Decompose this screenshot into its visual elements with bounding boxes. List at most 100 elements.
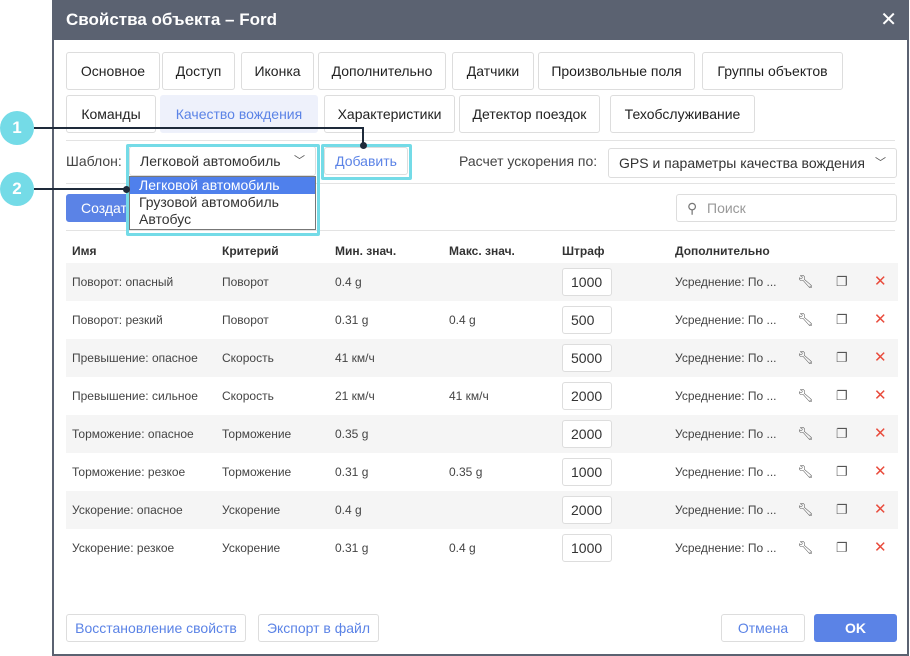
copy-icon[interactable]: ❐ <box>836 453 848 491</box>
row-name: Ускорение: опасное <box>72 503 183 517</box>
option-car[interactable]: Легковой автомобиль <box>130 177 315 194</box>
row-max: 0.4 g <box>449 541 476 555</box>
table-row: Торможение: опасное Торможение 0.35 g 20… <box>66 415 898 453</box>
penalty-input[interactable]: 1000 <box>562 268 612 296</box>
callout-line <box>34 127 364 129</box>
row-name: Поворот: резкий <box>72 313 163 327</box>
callout-2: 2 <box>0 172 34 206</box>
table-row: Поворот: опасный Поворот 0.4 g 1000 Усре… <box>66 263 898 301</box>
copy-icon[interactable]: ❐ <box>836 301 848 339</box>
row-name: Поворот: опасный <box>72 275 174 289</box>
copy-icon[interactable]: ❐ <box>836 263 848 301</box>
tab[interactable]: Иконка <box>241 52 314 90</box>
tab[interactable]: Основное <box>66 52 160 90</box>
delete-icon[interactable]: ✕ <box>874 453 887 491</box>
wrench-icon[interactable]: 🔧︎ <box>797 453 814 491</box>
delete-icon[interactable]: ✕ <box>874 491 887 529</box>
wrench-icon[interactable]: 🔧︎ <box>797 491 814 529</box>
delete-icon[interactable]: ✕ <box>874 377 887 415</box>
row-criterion: Поворот <box>222 275 269 289</box>
row-extra: Усреднение: По ... <box>675 351 777 365</box>
penalty-input[interactable]: 5000 <box>562 344 612 372</box>
row-extra: Усреднение: По ... <box>675 541 777 555</box>
export-button[interactable]: Экспорт в файл <box>258 614 379 642</box>
callout-highlight-add <box>321 144 412 180</box>
row-criterion: Скорость <box>222 351 274 365</box>
table-row: Превышение: опасное Скорость 41 км/ч 500… <box>66 339 898 377</box>
table-row: Торможение: резкое Торможение 0.31 g 0.3… <box>66 453 898 491</box>
copy-icon[interactable]: ❐ <box>836 377 848 415</box>
row-extra: Усреднение: По ... <box>675 313 777 327</box>
option-truck[interactable]: Грузовой автомобиль <box>130 194 315 211</box>
option-bus[interactable]: Автобус <box>130 211 315 228</box>
row-extra: Усреднение: По ... <box>675 275 777 289</box>
wrench-icon[interactable]: 🔧︎ <box>797 377 814 415</box>
restore-properties-button[interactable]: Восстановление свойств <box>66 614 246 642</box>
dialog-title: Свойства объекта – Ford <box>66 10 277 29</box>
column-header: Макс. знач. <box>449 244 515 258</box>
row-name: Превышение: сильное <box>72 389 198 403</box>
row-criterion: Поворот <box>222 313 269 327</box>
wrench-icon[interactable]: 🔧︎ <box>797 415 814 453</box>
row-extra: Усреднение: По ... <box>675 503 777 517</box>
copy-icon[interactable]: ❐ <box>836 529 848 567</box>
delete-icon[interactable]: ✕ <box>874 263 887 301</box>
column-header: Критерий <box>222 244 279 258</box>
delete-icon[interactable]: ✕ <box>874 415 887 453</box>
penalty-input[interactable]: 2000 <box>562 420 612 448</box>
row-name: Ускорение: резкое <box>72 541 175 555</box>
column-header: Штраф <box>562 244 605 258</box>
column-header: Имя <box>72 244 97 258</box>
tab[interactable]: Произвольные поля <box>538 52 695 90</box>
row-extra: Усреднение: По ... <box>675 427 777 441</box>
object-properties-dialog: Свойства объекта – Ford ✕ Основное Доступ… <box>52 0 909 656</box>
accel-select[interactable]: GPS и параметры качества вождения ﹀ <box>608 148 897 178</box>
callout-dot <box>360 142 367 149</box>
wrench-icon[interactable]: 🔧︎ <box>797 301 814 339</box>
row-min: 21 км/ч <box>335 389 375 403</box>
copy-icon[interactable]: ❐ <box>836 339 848 377</box>
row-name: Торможение: опасное <box>72 427 194 441</box>
wrench-icon[interactable]: 🔧︎ <box>797 339 814 377</box>
tab[interactable]: Техобслуживание <box>610 95 755 133</box>
row-min: 0.31 g <box>335 541 369 555</box>
row-name: Превышение: опасное <box>72 351 198 365</box>
wrench-icon[interactable]: 🔧︎ <box>797 529 814 567</box>
table-row: Ускорение: опасное Ускорение 0.4 g 2000 … <box>66 491 898 529</box>
row-max: 0.35 g <box>449 465 483 479</box>
title-bar: Свойства объекта – Ford ✕ <box>54 0 907 40</box>
table-row: Ускорение: резкое Ускорение 0.31 g 0.4 g… <box>66 529 898 567</box>
row-max: 0.4 g <box>449 313 476 327</box>
table-row: Поворот: резкий Поворот 0.31 g 0.4 g 500… <box>66 301 898 339</box>
cancel-button[interactable]: Отмена <box>721 614 805 642</box>
delete-icon[interactable]: ✕ <box>874 529 887 567</box>
tab[interactable]: Датчики <box>452 52 534 90</box>
penalty-input[interactable]: 1000 <box>562 534 612 562</box>
tab[interactable]: Детектор поездок <box>459 95 600 133</box>
copy-icon[interactable]: ❐ <box>836 415 848 453</box>
row-criterion: Скорость <box>222 389 274 403</box>
wrench-icon[interactable]: 🔧︎ <box>797 263 814 301</box>
penalty-input[interactable]: 2000 <box>562 382 612 410</box>
row-min: 0.4 g <box>335 503 362 517</box>
penalty-input[interactable]: 500 <box>562 306 612 334</box>
accel-label: Расчет ускорения по: <box>459 153 598 169</box>
delete-icon[interactable]: ✕ <box>874 301 887 339</box>
template-dropdown: Легковой автомобиль Грузовой автомобиль … <box>129 176 316 230</box>
delete-icon[interactable]: ✕ <box>874 339 887 377</box>
divider <box>66 140 895 141</box>
row-criterion: Торможение <box>222 465 292 479</box>
tab[interactable]: Доступ <box>162 52 235 90</box>
column-header: Мин. знач. <box>335 244 397 258</box>
penalty-input[interactable]: 2000 <box>562 496 612 524</box>
row-criterion: Ускорение <box>222 503 281 517</box>
copy-icon[interactable]: ❐ <box>836 491 848 529</box>
tab[interactable]: Дополнительно <box>318 52 446 90</box>
tab[interactable]: Группы объектов <box>702 52 843 90</box>
ok-button[interactable]: OK <box>814 614 897 642</box>
row-name: Торможение: резкое <box>72 465 186 479</box>
close-icon[interactable]: ✕ <box>880 0 897 40</box>
penalty-input[interactable]: 1000 <box>562 458 612 486</box>
search-input[interactable]: ⚲ Поиск <box>676 194 897 222</box>
callout-1: 1 <box>0 111 34 145</box>
